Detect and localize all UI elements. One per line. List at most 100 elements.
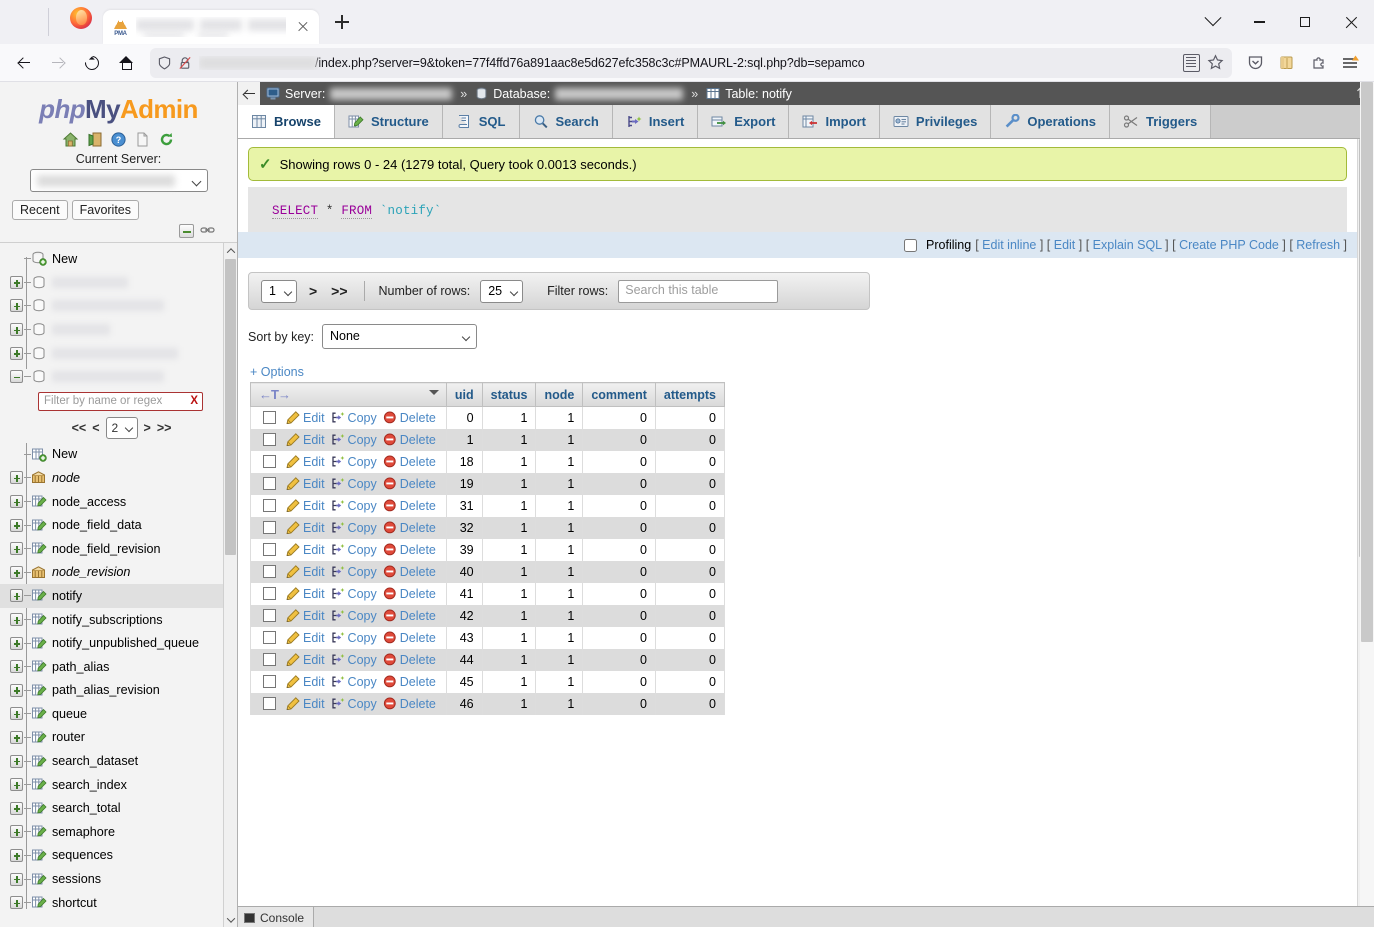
table-row[interactable]: Edit Copy Delete 31 1 1 0 0 <box>250 495 725 517</box>
tree-filter-input[interactable]: Filter by name or regex X <box>38 391 203 411</box>
url-bar[interactable]: /index.php?server=9&token=77f4ffd76a891a… <box>150 47 1232 78</box>
table-row[interactable]: Edit Copy Delete 0 1 1 0 0 <box>250 406 725 429</box>
row-action-delete[interactable]: Delete <box>383 521 436 535</box>
favorites-tab[interactable]: Favorites <box>71 200 140 220</box>
expand-icon[interactable] <box>10 778 23 792</box>
row-action-edit[interactable]: Edit <box>286 653 325 667</box>
table-row[interactable]: Edit Copy Delete 1 1 1 0 0 <box>250 429 725 451</box>
row-action-copy[interactable]: Copy <box>331 565 377 579</box>
filter-rows-input[interactable]: Search this table <box>618 279 779 303</box>
tab-browse[interactable]: Browse <box>238 105 335 138</box>
expand-icon[interactable] <box>10 707 23 721</box>
profiling-link-edit-inline[interactable]: Edit inline <box>982 238 1036 252</box>
window-scrollbar[interactable] <box>1360 82 1374 927</box>
breadcrumb-back-button[interactable] <box>238 82 260 105</box>
table-header-uid[interactable]: uid <box>445 382 483 407</box>
tree-database-item[interactable] <box>0 271 223 295</box>
pma-logo[interactable]: phpMyAdmin <box>0 82 237 129</box>
table-row[interactable]: Edit Copy Delete 41 1 1 0 0 <box>250 583 725 605</box>
expand-icon[interactable] <box>10 872 23 886</box>
row-action-edit[interactable]: Edit <box>286 433 325 447</box>
tree-filter-clear-icon[interactable]: X <box>190 395 198 407</box>
extensions-icon[interactable] <box>1304 48 1334 78</box>
minimize-button[interactable] <box>1236 0 1282 44</box>
tree-table-search_dataset[interactable]: search_dataset <box>0 749 223 773</box>
tree-new-database[interactable]: New <box>0 247 223 271</box>
row-action-delete[interactable]: Delete <box>383 587 436 601</box>
tree-pager-last[interactable]: >> <box>157 421 172 435</box>
row-action-delete[interactable]: Delete <box>383 411 436 425</box>
row-action-delete[interactable]: Delete <box>383 477 436 491</box>
row-action-copy[interactable]: Copy <box>331 675 377 689</box>
row-checkbox[interactable] <box>263 543 276 556</box>
close-tab-icon[interactable] <box>293 17 313 37</box>
expand-icon[interactable] <box>10 801 23 815</box>
browser-tab[interactable]: PMA <box>103 10 319 44</box>
table-header-comment[interactable]: comment <box>582 382 656 407</box>
row-checkbox[interactable] <box>263 499 276 512</box>
table-row[interactable]: Edit Copy Delete 39 1 1 0 0 <box>250 539 725 561</box>
tree-pager-next[interactable]: > <box>144 421 151 435</box>
sidebar-scrollbar[interactable] <box>223 243 237 927</box>
tree-pager-first[interactable]: << <box>72 421 87 435</box>
options-toggle[interactable]: + Options <box>250 365 1347 379</box>
profiling-link-create-php-code[interactable]: Create PHP Code <box>1179 238 1279 252</box>
row-action-copy[interactable]: Copy <box>331 609 377 623</box>
list-all-tabs-button[interactable] <box>1190 0 1236 44</box>
tree-table-search_index[interactable]: search_index <box>0 773 223 797</box>
tree-table-node_access[interactable]: node_access <box>0 490 223 514</box>
reload-button[interactable] <box>76 48 108 78</box>
collapse-all-icon[interactable] <box>179 224 194 238</box>
tree-table-notify_subscriptions[interactable]: notify_subscriptions <box>0 608 223 632</box>
home-icon[interactable] <box>62 131 79 148</box>
profiling-checkbox[interactable] <box>904 238 918 252</box>
sidebar-scroll-thumb[interactable] <box>225 259 236 555</box>
row-action-edit[interactable]: Edit <box>286 543 325 557</box>
breadcrumb-table[interactable]: Table: notify <box>700 87 798 101</box>
app-menu-icon[interactable] <box>1336 48 1366 78</box>
table-header-status[interactable]: status <box>481 382 537 407</box>
row-checkbox[interactable] <box>263 411 276 424</box>
console-button[interactable]: Console <box>238 907 315 927</box>
row-action-edit[interactable]: Edit <box>286 411 325 425</box>
profiling-link-edit[interactable]: Edit <box>1054 238 1076 252</box>
table-row[interactable]: Edit Copy Delete 19 1 1 0 0 <box>250 473 725 495</box>
tree-table-path_alias[interactable]: path_alias <box>0 655 223 679</box>
table-header-attempts[interactable]: attempts <box>654 382 725 407</box>
row-checkbox[interactable] <box>263 631 276 644</box>
row-checkbox[interactable] <box>263 609 276 622</box>
tree-pager-prev[interactable]: < <box>92 421 99 435</box>
reader-view-icon[interactable] <box>1183 53 1200 72</box>
row-action-copy[interactable]: Copy <box>331 455 377 469</box>
expand-icon[interactable] <box>10 730 23 744</box>
row-action-delete[interactable]: Delete <box>383 631 436 645</box>
row-action-delete[interactable]: Delete <box>383 697 436 711</box>
console-bar[interactable]: Console <box>238 906 1374 927</box>
expand-icon[interactable] <box>10 636 23 650</box>
window-scroll-thumb[interactable] <box>1361 82 1373 642</box>
expand-icon[interactable] <box>10 848 23 862</box>
expand-icon[interactable] <box>10 825 23 839</box>
tab-import[interactable]: Import <box>789 105 880 138</box>
tree-table-node_revision[interactable]: node_revision <box>0 561 223 585</box>
docs-help-icon[interactable]: ? <box>110 131 127 148</box>
tree-table-path_alias_revision[interactable]: path_alias_revision <box>0 679 223 703</box>
expand-icon[interactable] <box>10 471 23 485</box>
reload-icon[interactable] <box>158 131 175 148</box>
expand-icon[interactable] <box>10 542 23 556</box>
expand-icon[interactable] <box>10 495 23 509</box>
bookmark-star-icon[interactable] <box>1207 54 1224 71</box>
breadcrumb-server[interactable]: Server: <box>260 87 458 101</box>
tree-database-item[interactable] <box>0 294 223 318</box>
row-action-edit[interactable]: Edit <box>286 675 325 689</box>
tree-table-notify_unpublished_queue[interactable]: notify_unpublished_queue <box>0 631 223 655</box>
tab-insert[interactable]: Insert <box>612 105 699 138</box>
sort-caret-icon[interactable] <box>428 390 439 400</box>
expand-icon[interactable] <box>10 660 23 674</box>
row-action-edit[interactable]: Edit <box>286 631 325 645</box>
maximize-button[interactable] <box>1282 0 1328 44</box>
row-action-edit[interactable]: Edit <box>286 565 325 579</box>
tab-export[interactable]: Export <box>698 105 790 138</box>
tree-database-item[interactable] <box>0 318 223 342</box>
table-row[interactable]: Edit Copy Delete 18 1 1 0 0 <box>250 451 725 473</box>
